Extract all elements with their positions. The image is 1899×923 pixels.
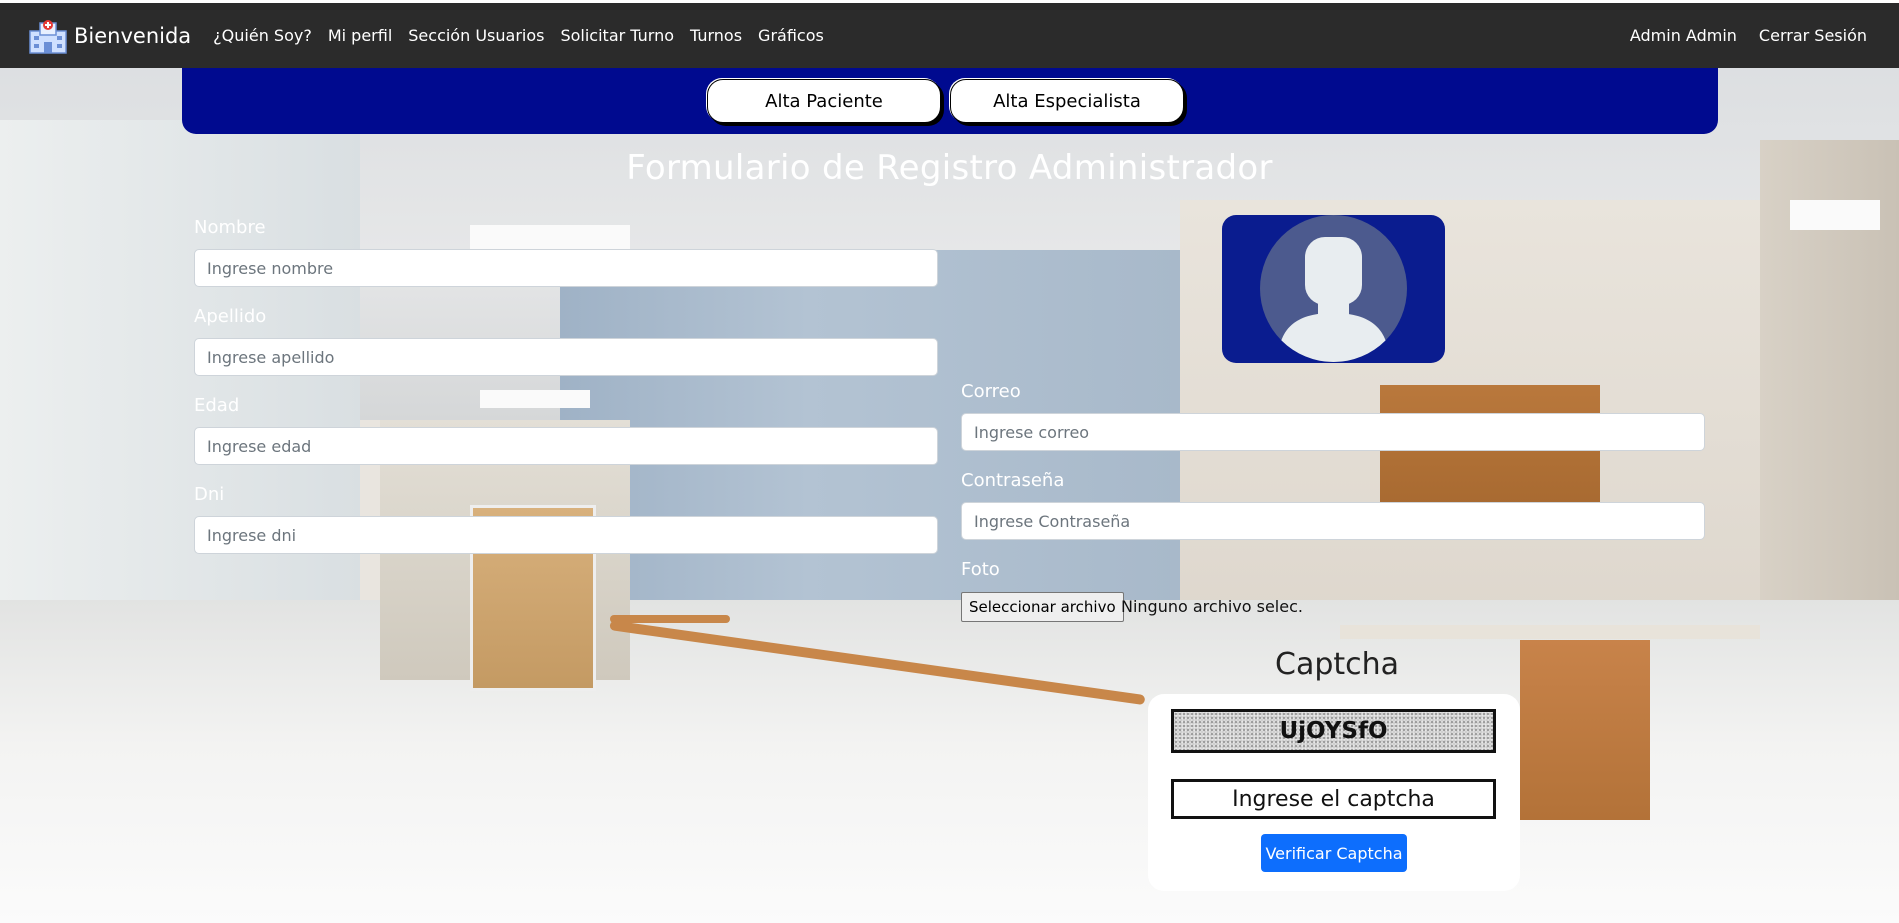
nav-link-mi-perfil[interactable]: Mi perfil bbox=[328, 26, 392, 45]
page-title: Formulario de Registro Administrador bbox=[626, 148, 1273, 188]
bg-counter bbox=[1340, 625, 1760, 639]
foto-label: Foto bbox=[961, 559, 1000, 580]
captcha-input[interactable]: Ingrese el captcha bbox=[1171, 779, 1496, 819]
nombre-input[interactable]: Ingrese nombre bbox=[194, 249, 938, 287]
file-select-button[interactable]: Seleccionar archivo bbox=[961, 592, 1124, 622]
bg-drawers bbox=[1520, 640, 1650, 820]
alta-especialista-button[interactable]: Alta Especialista bbox=[950, 79, 1184, 123]
apellido-label: Apellido bbox=[194, 306, 267, 327]
navbar: Bienvenida ¿Quién Soy? Mi perfil Sección… bbox=[0, 0, 1899, 68]
correo-label: Correo bbox=[961, 381, 1021, 402]
captcha-image: UjOYSfO bbox=[1171, 709, 1496, 753]
user-silhouette-icon bbox=[1260, 215, 1407, 362]
nav-link-solicitar-turno[interactable]: Solicitar Turno bbox=[560, 26, 674, 45]
hospital-icon bbox=[26, 17, 70, 55]
captcha-card: UjOYSfO Ingrese el captcha Verificar Cap… bbox=[1148, 694, 1520, 891]
brand-text[interactable]: Bienvenida bbox=[74, 24, 191, 48]
register-type-band: Alta Paciente Alta Especialista bbox=[182, 68, 1718, 134]
dni-label: Dni bbox=[194, 484, 225, 505]
correo-input[interactable]: Ingrese correo bbox=[961, 413, 1705, 451]
apellido-input[interactable]: Ingrese apellido bbox=[194, 338, 938, 376]
captcha-title: Captcha bbox=[1275, 647, 1400, 682]
nav-links: ¿Quién Soy? Mi perfil Sección Usuarios S… bbox=[213, 26, 840, 45]
logout-link[interactable]: Cerrar Sesión bbox=[1759, 26, 1867, 45]
edad-label: Edad bbox=[194, 395, 240, 416]
verify-captcha-button[interactable]: Verificar Captcha bbox=[1261, 834, 1407, 872]
avatar-preview bbox=[1222, 215, 1445, 363]
brand[interactable]: Bienvenida bbox=[26, 17, 191, 55]
contrasena-input[interactable]: Ingrese Contraseña bbox=[961, 502, 1705, 540]
contrasena-label: Contraseña bbox=[961, 470, 1065, 491]
nombre-label: Nombre bbox=[194, 217, 266, 238]
nav-link-seccion-usuarios[interactable]: Sección Usuarios bbox=[408, 26, 544, 45]
nav-link-quien-soy[interactable]: ¿Quién Soy? bbox=[213, 26, 312, 45]
edad-input[interactable]: Ingrese edad bbox=[194, 427, 938, 465]
nav-link-turnos[interactable]: Turnos bbox=[690, 26, 742, 45]
file-status: Ninguno archivo selec. bbox=[1121, 597, 1303, 616]
nav-right: Admin Admin Cerrar Sesión bbox=[1608, 26, 1867, 45]
dni-input[interactable]: Ingrese dni bbox=[194, 516, 938, 554]
nav-link-graficos[interactable]: Gráficos bbox=[758, 26, 824, 45]
nav-user-name[interactable]: Admin Admin bbox=[1630, 26, 1737, 45]
bg-ceiling-light bbox=[480, 390, 590, 408]
alta-paciente-button[interactable]: Alta Paciente bbox=[707, 79, 941, 123]
bg-ceiling-light bbox=[1790, 200, 1880, 230]
